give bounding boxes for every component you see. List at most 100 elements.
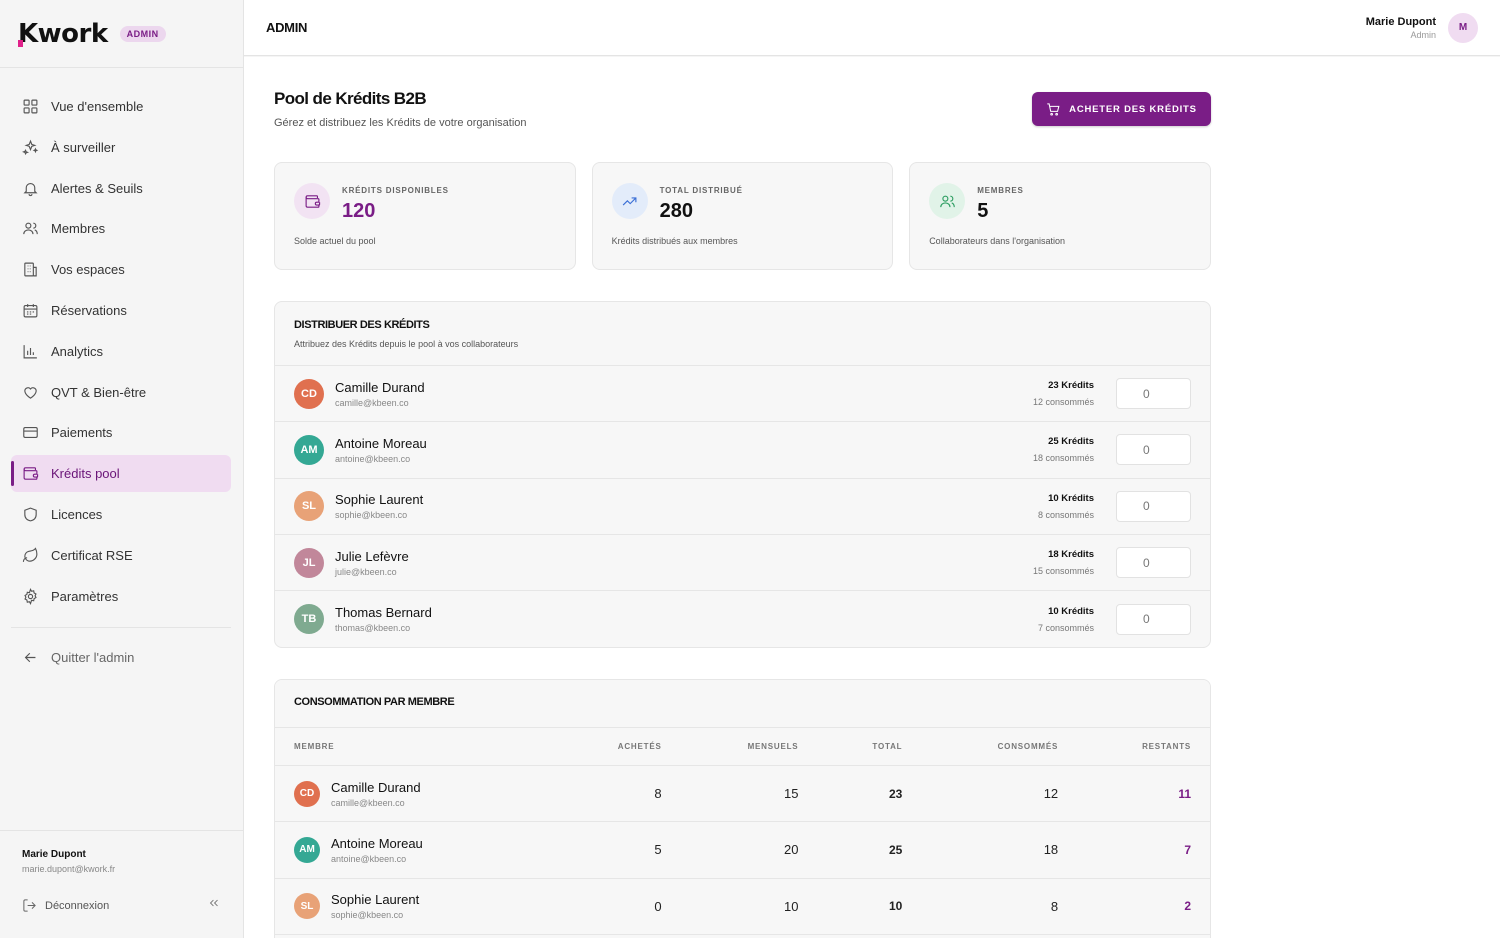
stat-label: KRÉDITS DISPONIBLES [342, 186, 449, 195]
column-header[interactable]: MEMBRE [294, 742, 534, 751]
sidebar-item-members[interactable]: Membres [11, 210, 231, 247]
member-credits: 25 Krédits [1048, 436, 1094, 448]
user-name: Marie Dupont [1365, 15, 1436, 28]
page-header: Pool de Krédits B2B Gérez et distribuez … [274, 89, 1211, 129]
avatar: AM [294, 434, 324, 465]
member-name: Sophie Laurent [331, 892, 420, 908]
table-header: MEMBRE ACHETÉS MENSUELS TOTAL CONSOMMÉS … [275, 728, 1210, 766]
sidebar-item-label: Paiements [51, 425, 113, 441]
credit-amount-input[interactable] [1116, 378, 1191, 410]
buy-credits-button[interactable]: ACHETER DES KRÉDITS [1032, 92, 1211, 126]
member-name: Sophie Laurent [335, 492, 424, 508]
member-name: Antoine Moreau [335, 435, 427, 451]
member-email: sophie@kbeen.co [335, 510, 408, 521]
member-consumed: 8 consommés [1037, 509, 1094, 520]
cell-monthly: 15 [783, 786, 799, 802]
stat-icon-wrap [611, 183, 648, 219]
column-header[interactable]: ACHETÉS [534, 742, 662, 751]
sidebar-item-label: Licences [51, 506, 103, 522]
main-content: Pool de Krédits B2B Gérez et distribuez … [244, 57, 1500, 938]
credit-amount-input[interactable] [1116, 547, 1191, 579]
member-row: SL Sophie Laurent sophie@kbeen.co 10 Kré… [275, 479, 1210, 535]
member-row: TB Thomas Bernard thomas@kbeen.co 10 Kré… [275, 591, 1210, 647]
logout-button[interactable]: Déconnexion [22, 898, 109, 913]
divider [11, 626, 231, 628]
card-title: CONSOMMATION PAR MEMBRE [294, 696, 455, 708]
member-email: julie@kbeen.co [335, 566, 397, 577]
credit-amount-input[interactable] [1116, 434, 1191, 466]
kwork-logo[interactable]: Kwork [18, 19, 108, 49]
credit-amount-input[interactable] [1116, 603, 1191, 635]
column-header[interactable]: CONSOMMÉS [902, 742, 1058, 751]
sidebar-item-licences[interactable]: Licences [11, 496, 231, 533]
sidebar-item-payments[interactable]: Paiements [11, 414, 231, 451]
member-consumed: 15 consommés [1032, 566, 1094, 577]
bell-icon [23, 182, 38, 196]
member-consumed: 18 consommés [1032, 453, 1094, 464]
logout-label: Déconnexion [45, 899, 110, 912]
cell-consumed: 12 [1043, 786, 1059, 802]
user-menu[interactable]: Marie Dupont Admin M [1365, 12, 1478, 43]
sidebar-item-settings[interactable]: Paramètres [11, 578, 231, 615]
sidebar-item-reservations[interactable]: Réservations [11, 292, 231, 329]
sidebar-item-watch[interactable]: À surveiller [11, 129, 231, 166]
member-consumed: 7 consommés [1037, 622, 1094, 633]
shield-icon [24, 507, 37, 522]
user-role: Admin [1410, 29, 1436, 40]
stats-row: KRÉDITS DISPONIBLES 120 Solde actuel du … [274, 162, 1211, 270]
member-consumed: 12 consommés [1032, 397, 1094, 408]
sidebar-item-credits-pool[interactable]: Krédits pool [11, 455, 231, 493]
sidebar-item-alerts[interactable]: Alertes & Seuils [11, 170, 231, 207]
credit-card-icon [23, 427, 38, 439]
quit-admin-label: Quitter l'admin [51, 649, 135, 665]
stat-card-available: KRÉDITS DISPONIBLES 120 Solde actuel du … [274, 162, 576, 270]
stat-card-members: MEMBRES 5 Collaborateurs dans l'organisa… [909, 162, 1211, 270]
sidebar-item-overview[interactable]: Vue d'ensemble [11, 88, 231, 125]
wallet-icon [23, 467, 39, 480]
member-name: Camille Durand [335, 379, 425, 395]
avatar[interactable]: M [1448, 12, 1478, 43]
member-email: thomas@kbeen.co [335, 623, 411, 634]
sidebar-item-label: Paramètres [51, 588, 119, 604]
stat-label: MEMBRES [977, 186, 1024, 195]
chevrons-left-icon [209, 899, 218, 907]
card-subtitle: Attribuez des Krédits depuis le pool à v… [294, 339, 519, 349]
member-name: Julie Lefèvre [335, 548, 409, 564]
sidebar-item-qvt[interactable]: QVT & Bien-être [11, 374, 231, 411]
collapse-sidebar-button[interactable] [207, 896, 221, 915]
stat-value: 280 [659, 200, 693, 222]
sidebar-item-rse[interactable]: Certificat RSE [11, 537, 231, 574]
table-row: SL Sophie Laurent sophie@kbeen.co 0 10 1… [275, 879, 1210, 935]
avatar: SL [294, 491, 324, 522]
trending-up-icon [622, 196, 637, 205]
cell-remaining: 2 [1184, 899, 1192, 914]
sidebar-item-analytics[interactable]: Analytics [11, 333, 231, 370]
cell-consumed: 8 [1050, 898, 1059, 914]
cart-icon [1047, 102, 1060, 116]
sidebar-item-label: Vos espaces [51, 262, 125, 278]
column-header[interactable]: RESTANTS [1058, 742, 1191, 751]
cell-monthly: 10 [783, 898, 799, 914]
card-title: DISTRIBUER DES KRÉDITS [294, 319, 430, 331]
member-credits: 10 Krédits [1048, 492, 1094, 504]
quit-admin-link[interactable]: Quitter l'admin [11, 639, 231, 676]
member-email: camille@kbeen.co [335, 397, 409, 408]
bar-chart-icon [23, 344, 37, 359]
member-credits: 18 Krédits [1048, 549, 1094, 561]
cell-total: 25 [888, 842, 903, 857]
column-header[interactable]: MENSUELS [662, 742, 799, 751]
cell-total: 10 [888, 899, 903, 914]
stat-label: TOTAL DISTRIBUÉ [659, 186, 743, 195]
sidebar-item-spaces[interactable]: Vos espaces [11, 251, 231, 288]
stat-description: Collaborateurs dans l'organisation [929, 236, 1065, 246]
stat-value: 5 [977, 200, 989, 222]
credit-amount-input[interactable] [1116, 490, 1191, 522]
topbar: ADMIN Marie Dupont Admin M [244, 0, 1500, 56]
table-row: AM Antoine Moreau antoine@kbeen.co 5 20 … [275, 822, 1210, 879]
avatar: TB [294, 604, 324, 635]
column-header[interactable]: TOTAL [798, 742, 902, 751]
logout-icon [23, 899, 36, 912]
sidebar-item-label: Certificat RSE [51, 547, 133, 563]
sidebar-item-label: À surveiller [51, 139, 116, 155]
brand: Kwork ADMIN [0, 0, 243, 68]
